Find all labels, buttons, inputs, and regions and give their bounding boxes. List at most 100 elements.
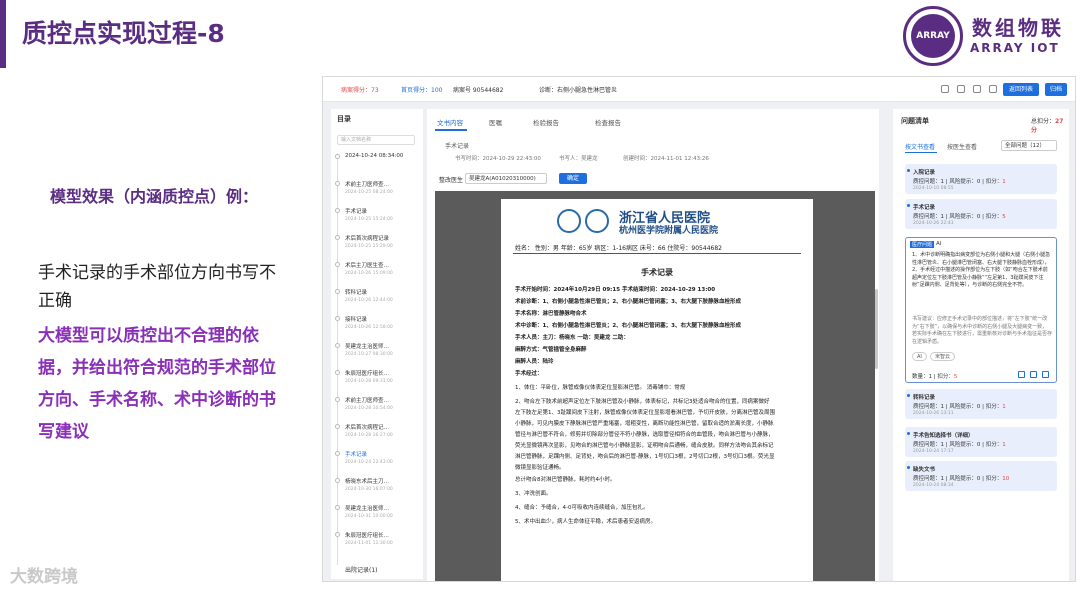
sidebar-item[interactable]: 术后首次病程记录 2024-10-25 15:29:00 (345, 234, 417, 249)
document-line: 手术经过： (515, 371, 543, 377)
issue-card-score: 1 (1002, 404, 1006, 410)
tab-by-doctor[interactable]: 按医生查看 (947, 142, 977, 151)
discharge-record-item[interactable]: 出院记录(1) (345, 565, 378, 574)
surgery-record-page: 浙江省人民医院 杭州医学院附属人民医院 姓名： 性别：男 年龄：65岁 病区：1… (501, 199, 813, 581)
issue-card-date: 2024-10-26 13:11 (913, 411, 954, 416)
tab-lab-report[interactable]: 检验报告 (533, 117, 559, 127)
sidebar-item-date: 2024-10-28 10:54:00 (345, 406, 393, 411)
timeline-dot (335, 505, 340, 510)
highlight-text: 大模型可以质控出不合理的依据，并给出符合规范的手术部位方向、手术名称、术中诊断的… (38, 326, 276, 442)
issue-card-score: 1 (1002, 179, 1006, 185)
issue-card[interactable]: 手术记录 质控问题：1 | 风险提示：0 | 扣分：5 2024-10-26 22:… (905, 199, 1057, 229)
sidebar-item-date: 2024-10-26 12:44:00 (345, 298, 393, 303)
sidebar-item[interactable]: 2024-10-24 08:34:00 (345, 153, 417, 161)
sidebar-item[interactable]: 杨晓东术后主刀… 2024-10-30 16:07:00 (345, 477, 417, 492)
sidebar-item[interactable]: 朱辰冠医疗组长… 2024-10-28 09:31:00 (345, 369, 417, 384)
document-line: 3、冲洗创面。 (515, 491, 552, 497)
document-scrollbar[interactable] (875, 289, 878, 369)
sidebar-item[interactable]: 手术记录 2024-10-24 22:43:00 (345, 450, 417, 465)
document-line: 荧光显微镜再次显影，见吻合的淋巴管与小静脉显影，证明吻合后通畅，缝合皮肤。同样方… (515, 443, 774, 449)
active-tab-indicator (435, 129, 467, 131)
issue-card-title: 手术告知选择书（详细） (913, 433, 974, 439)
score-total: 病案得分：73 (341, 87, 379, 94)
sidebar-item-date: 2024-10-25 08:24:00 (345, 190, 393, 195)
sidebar-item[interactable]: 转科记录 2024-10-26 12:44:00 (345, 288, 417, 303)
sidebar-item-date: 2024-10-30 16:07:00 (345, 487, 393, 492)
document-line: 手术开始时间：2024年10月29日 09:15 手术结束时间：2024-10-… (515, 287, 716, 293)
issue-card-stats: 质控问题：1 | 风险提示：0 | 扣分：5 (913, 214, 1006, 220)
issue-card[interactable]: 缺失文书 质控问题：1 | 风险提示：0 | 扣分：10 2024-10-24 08… (905, 461, 1057, 491)
tab-by-document[interactable]: 按文书查看 (905, 142, 935, 151)
document-line: 2、吻合左下肢术前超声定位左下肢淋巴管及小静脉，体表标记，共标记3处适合吻合的位… (515, 399, 770, 405)
sidebar-item[interactable]: 手术记录 2024-10-25 15:24:00 (345, 207, 417, 222)
sidebar-item-label: 术后首次病程记录 (345, 236, 390, 242)
sidebar-item[interactable]: 朱辰冠医疗组长… 2024-11-01 11:30:00 (345, 531, 417, 546)
sidebar-item-label: 术后首次病程记… (345, 425, 390, 431)
print-icon[interactable] (941, 85, 949, 93)
delete-icon[interactable] (1042, 371, 1049, 378)
confirm-button[interactable]: 确定 (559, 173, 587, 184)
share-icon[interactable] (973, 85, 981, 93)
document-line: 4、缝合：予缝合，4-0可吸收内连续缝合，加压包扎。 (515, 505, 649, 511)
tab-document[interactable]: 文书内容 (437, 117, 463, 127)
sidebar-item-date: 2024-10-25 15:29:00 (345, 244, 393, 249)
back-to-list-button[interactable]: 返回列表 (1003, 83, 1039, 96)
record-number: 病案号 90544682 (453, 87, 504, 94)
issue-filter-select[interactable]: 全部问题（12） (1001, 140, 1057, 151)
tab-exam-report[interactable]: 检查报告 (595, 117, 621, 127)
export-icon[interactable] (957, 85, 965, 93)
edit-icon[interactable] (1018, 371, 1025, 378)
university-emblem-icon (585, 209, 609, 233)
sidebar-item[interactable]: 吴建龙主治医师… 2024-10-31 10:00:00 (345, 504, 417, 519)
sidebar-item-label: 2024-10-24 08:34:00 (345, 153, 404, 159)
document-line: 5、术中出血少，病人生命体征平稳，术后患者安返病房。 (515, 519, 657, 525)
issue-type-tag: 医疗问题 (910, 241, 935, 248)
issue-panel: 问题清单 总扣分：27分 按文书查看 按医生查看 全部问题（12） 入院记录 质控… (893, 109, 1069, 581)
record-name: 手术记录 (445, 143, 470, 150)
archive-button[interactable]: 归档 (1045, 83, 1067, 96)
sidebar-item[interactable]: 术前主刀医师查… 2024-10-25 08:24:00 (345, 180, 417, 195)
doctor-select[interactable]: 吴建龙A(A01020310000) (465, 173, 547, 184)
timeline-dot (335, 316, 340, 321)
issue-card[interactable]: 转科记录 质控问题：1 | 风险提示：0 | 扣分：1 2024-10-26 13:… (905, 389, 1057, 419)
document-line: 术前诊断：1、右侧小腿急性淋巴管炎；2、右小腿淋巴管闭塞；3、右大腿下肢静脉血栓… (515, 299, 741, 305)
source-chip-ai[interactable]: AI (912, 352, 927, 361)
timeline-dot (335, 532, 340, 537)
sidebar-item[interactable]: 接科记录 2024-10-26 12:58:00 (345, 315, 417, 330)
sidebar-item[interactable]: 术后首次病程记… 2024-10-28 16:27:00 (345, 423, 417, 438)
issue-card-title: 缺失文书 (913, 467, 936, 473)
issue-list-title: 问题清单 (901, 117, 929, 125)
timeline-dot (335, 262, 340, 267)
app-screenshot: 病案得分：73 首页得分：100 病案号 90544682 诊断：右侧小腿急性淋… (322, 76, 1076, 582)
sidebar-item-date: 2024-10-26 12:58:00 (345, 325, 393, 330)
timeline-dot (335, 478, 340, 483)
description-text: 手术记录的手术部位方向书写不正确 (38, 263, 276, 311)
source-chip-other[interactable]: 米智云 (930, 352, 956, 361)
timeline-dot (335, 181, 340, 186)
timeline-dot (335, 397, 340, 402)
sidebar-item[interactable]: 术前主刀医师查… 2024-10-28 10:54:00 (345, 396, 417, 411)
score-home: 首页得分：100 (401, 87, 443, 94)
issue-card-stats: 质控问题：1 | 风险提示：0 | 扣分：10 (913, 476, 1010, 482)
document-line: 1、体位：平卧位，脉管成像仪体表定位显影淋巴管。 消毒铺巾：常规 (515, 385, 686, 391)
document-line: 总计吻合8对淋巴管静脉，耗时约4小时。 (515, 477, 616, 483)
issue-card[interactable]: 手术告知选择书（详细） 质控问题：1 | 风险提示：0 | 扣分：1 2024-10… (905, 427, 1057, 457)
status-dot-icon (907, 204, 910, 207)
sidebar-item[interactable]: 术后主刀医生查… 2024-10-26 15:09:00 (345, 261, 417, 276)
settings-icon[interactable] (989, 85, 997, 93)
document-line: 手术人员：主刀：杨晓东 一助：吴建龙 二助： (515, 335, 629, 341)
sidebar-item-date: 2024-10-28 16:27:00 (345, 433, 393, 438)
sidebar-item[interactable]: 吴建龙主治医师… 2024-10-27 08:30:00 (345, 342, 417, 357)
issue-card[interactable]: 入院记录 质控问题：1 | 风险提示：0 | 扣分：1 2024-10-10 08:… (905, 164, 1057, 194)
document-line: 手术名称：淋巴管静脉吻合术 (515, 311, 587, 317)
sidebar-item-date: 2024-10-27 08:30:00 (345, 352, 393, 357)
document-line: 麻醉方式：气管插管全身麻醉 (515, 347, 587, 353)
sidebar-item-label: 术前主刀医师查… (345, 182, 390, 188)
catalog-search-input[interactable]: 输入文档名称 (337, 135, 415, 145)
sidebar-item-label: 手术记录 (345, 209, 368, 215)
copy-icon[interactable] (1030, 371, 1037, 378)
tab-orders[interactable]: 医嘱 (489, 117, 502, 127)
ai-suggestion-text: 书写建议：应修正手术记录中的部位描述，将“左下肢”统一改为“右下肢”，以确保与术… (912, 316, 1053, 345)
sidebar-item-label: 杨晓东术后主刀… (345, 479, 390, 485)
document-line: 小静脉，可见内膜皮下静脉淋巴管严重堵塞，增粗变性，离断功能性淋巴管，留取合适的淤… (515, 421, 774, 427)
